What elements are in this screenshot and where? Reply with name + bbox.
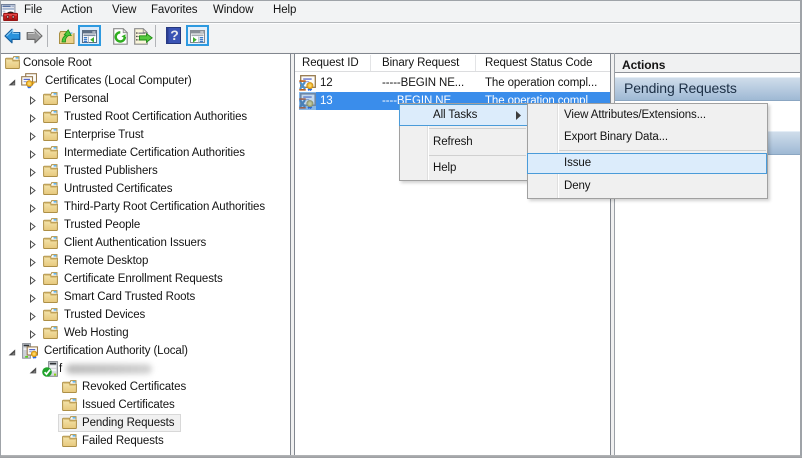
svg-text:?: ? — [170, 27, 178, 43]
